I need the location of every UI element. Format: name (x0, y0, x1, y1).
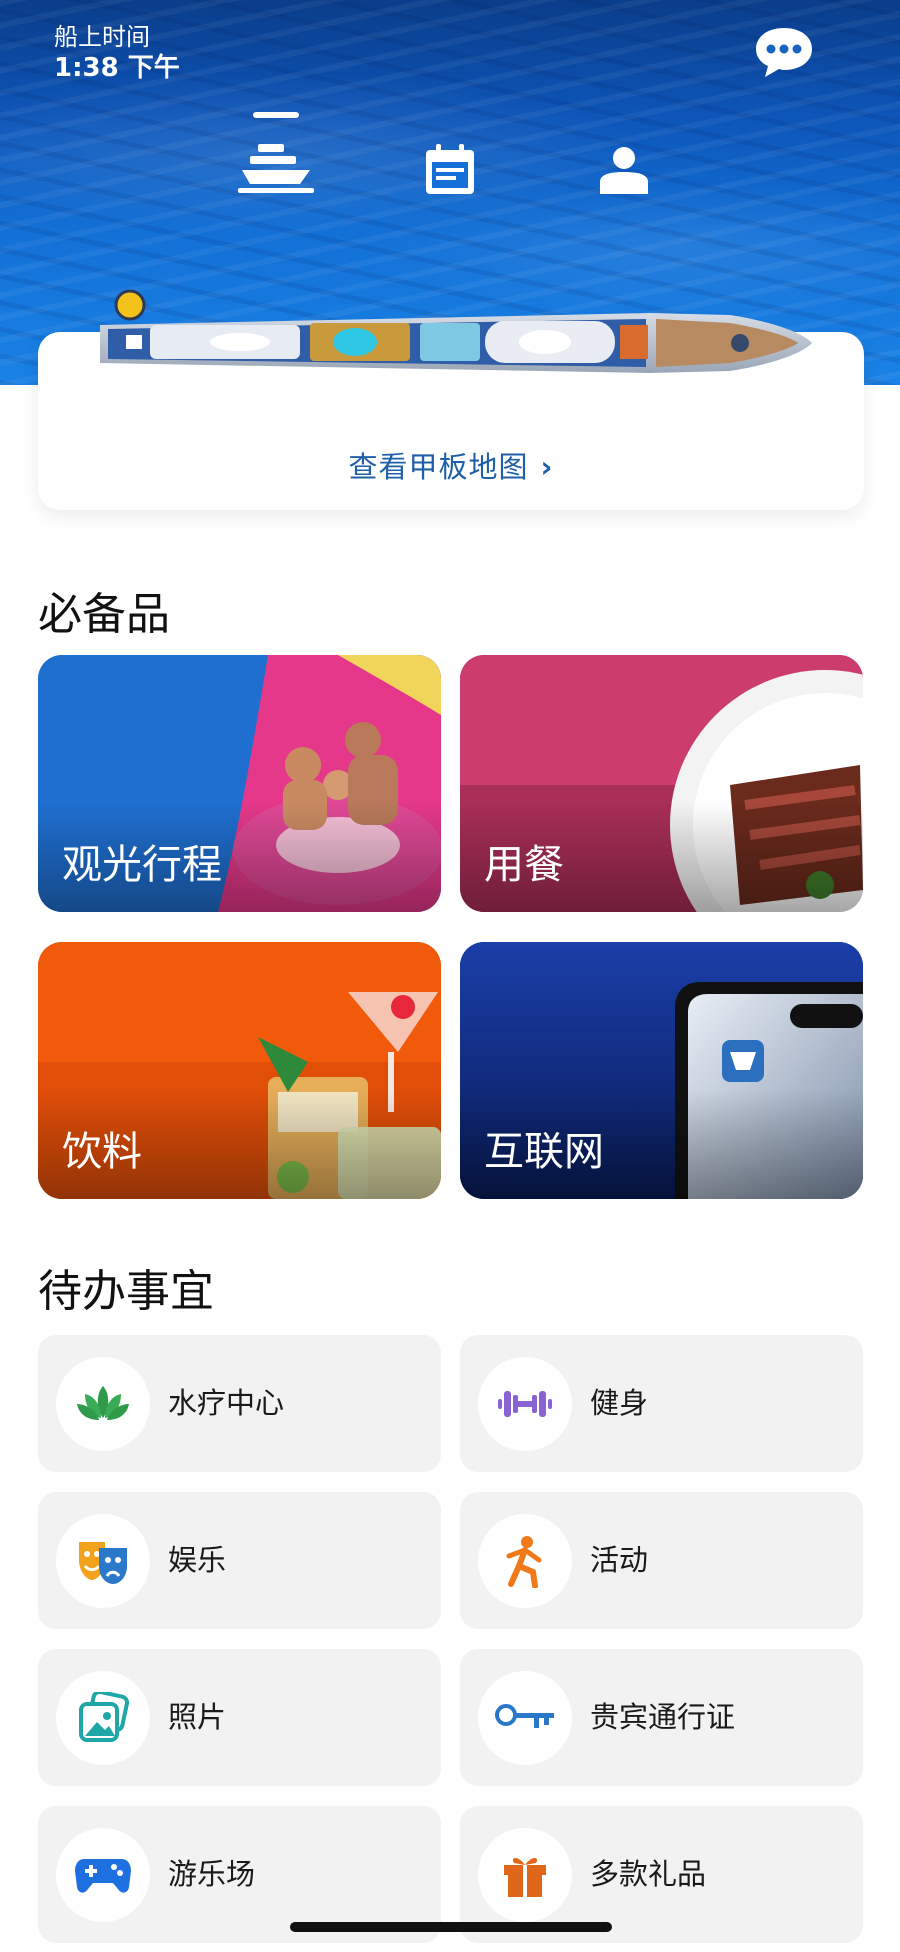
lotus-icon (77, 1386, 129, 1420)
todo-label: 娱乐 (168, 1543, 227, 1577)
nav-calendar[interactable] (405, 108, 495, 198)
nav-ship[interactable] (231, 108, 321, 198)
todo-label: 游乐场 (168, 1857, 256, 1891)
dumbbell-icon (498, 1391, 552, 1417)
todo-item-spa[interactable]: 水疗中心 (38, 1335, 441, 1472)
nav-profile[interactable] (579, 108, 669, 198)
theater-masks-icon (79, 1542, 127, 1584)
key-icon (495, 1704, 554, 1728)
todo-item-fitness[interactable]: 健身 (460, 1335, 863, 1472)
chat-bubble-icon (756, 28, 812, 77)
person-icon (600, 147, 648, 194)
ship-top-view-image (100, 289, 812, 373)
todo-label: 水疗中心 (168, 1386, 285, 1420)
todo-label: 贵宾通行证 (590, 1700, 736, 1734)
tile-label: 用餐 (484, 842, 564, 888)
todo-icon-circle (56, 1357, 150, 1451)
todo-label: 照片 (168, 1700, 227, 1734)
gift-icon (504, 1858, 546, 1897)
todo-item-entertainment[interactable]: 娱乐 (38, 1492, 441, 1629)
todo-icon-circle (478, 1828, 572, 1922)
todo-label: 活动 (590, 1543, 649, 1577)
home-indicator[interactable] (290, 1922, 612, 1932)
todo-icon-circle (478, 1357, 572, 1451)
todo-icon-circle (478, 1514, 572, 1608)
tile-internet[interactable]: 互联网 (460, 942, 863, 1199)
todo-icon-circle (56, 1671, 150, 1765)
ship-time: 船上时间 1:38 下午 (54, 22, 180, 84)
chevron-right-icon: › (540, 450, 554, 484)
essentials-title: 必备品 (38, 589, 170, 640)
chat-icon[interactable] (752, 24, 816, 80)
tile-label: 观光行程 (62, 842, 222, 888)
calendar-icon (426, 144, 474, 194)
todo-label: 健身 (590, 1386, 649, 1420)
running-person-icon (506, 1536, 542, 1588)
gamepad-icon (75, 1859, 131, 1893)
deck-map-link[interactable]: 查看甲板地图 › (38, 444, 864, 486)
todo-icon-circle (478, 1671, 572, 1765)
ship-icon (238, 144, 314, 193)
tile-sightseeing[interactable]: 观光行程 (38, 655, 441, 912)
todo-icon-circle (56, 1514, 150, 1608)
todo-title: 待办事宜 (38, 1266, 214, 1317)
deck-map-link-label: 查看甲板地图 (348, 450, 529, 484)
tile-dining[interactable]: 用餐 (460, 655, 863, 912)
top-nav (0, 108, 900, 198)
tile-beverages[interactable]: 饮料 (38, 942, 441, 1199)
photos-icon (79, 1692, 129, 1742)
todo-icon-circle (56, 1828, 150, 1922)
tile-label: 饮料 (62, 1129, 142, 1175)
todo-item-vip-pass[interactable]: 贵宾通行证 (460, 1649, 863, 1786)
ship-time-value: 1:38 下午 (54, 53, 180, 83)
tile-label: 互联网 (484, 1129, 604, 1175)
todo-item-photos[interactable]: 照片 (38, 1649, 441, 1786)
ship-time-label: 船上时间 (54, 23, 150, 51)
todo-item-activities[interactable]: 活动 (460, 1492, 863, 1629)
